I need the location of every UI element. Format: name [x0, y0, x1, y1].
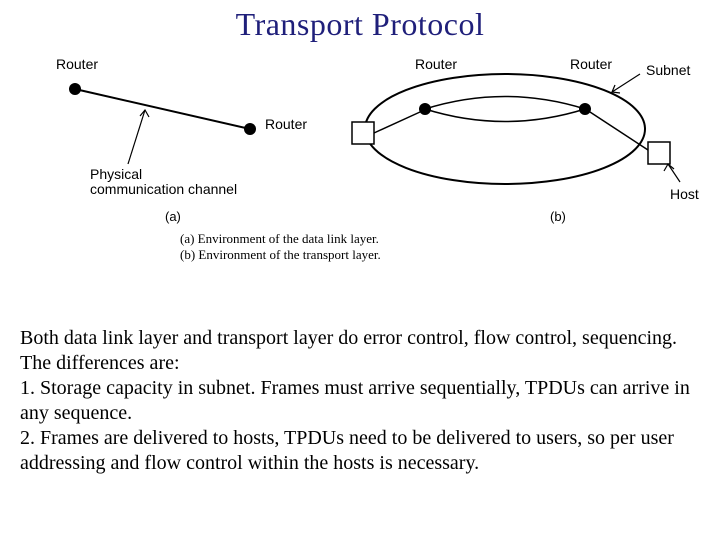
caption-line-b: (b) Environment of the transport layer.: [180, 247, 381, 263]
label-router-b-left: Router: [415, 56, 457, 72]
figure-caption: (a) Environment of the data link layer. …: [180, 231, 381, 264]
label-host: Host: [670, 186, 699, 202]
marker-b: (b): [550, 209, 566, 224]
caption-line-a: (a) Environment of the data link layer.: [180, 231, 381, 247]
figure-area: Router Router Physical communication cha…: [40, 54, 690, 224]
marker-a: (a): [165, 209, 181, 224]
label-physical-2: communication channel: [90, 181, 237, 197]
label-router-a-left: Router: [56, 56, 98, 72]
label-subnet: Subnet: [646, 62, 690, 78]
label-router-a-right: Router: [265, 116, 307, 132]
body-text: Both data link layer and transport layer…: [20, 326, 700, 476]
label-router-b-right: Router: [570, 56, 612, 72]
diagram-b: [350, 54, 690, 214]
body-para-3: 2. Frames are delivered to hosts, TPDUs …: [20, 426, 700, 476]
label-physical-1: Physical: [90, 166, 142, 182]
body-para-2: 1. Storage capacity in subnet. Frames mu…: [20, 376, 700, 426]
body-para-1: Both data link layer and transport layer…: [20, 326, 700, 376]
page-title: Transport Protocol: [0, 6, 720, 43]
